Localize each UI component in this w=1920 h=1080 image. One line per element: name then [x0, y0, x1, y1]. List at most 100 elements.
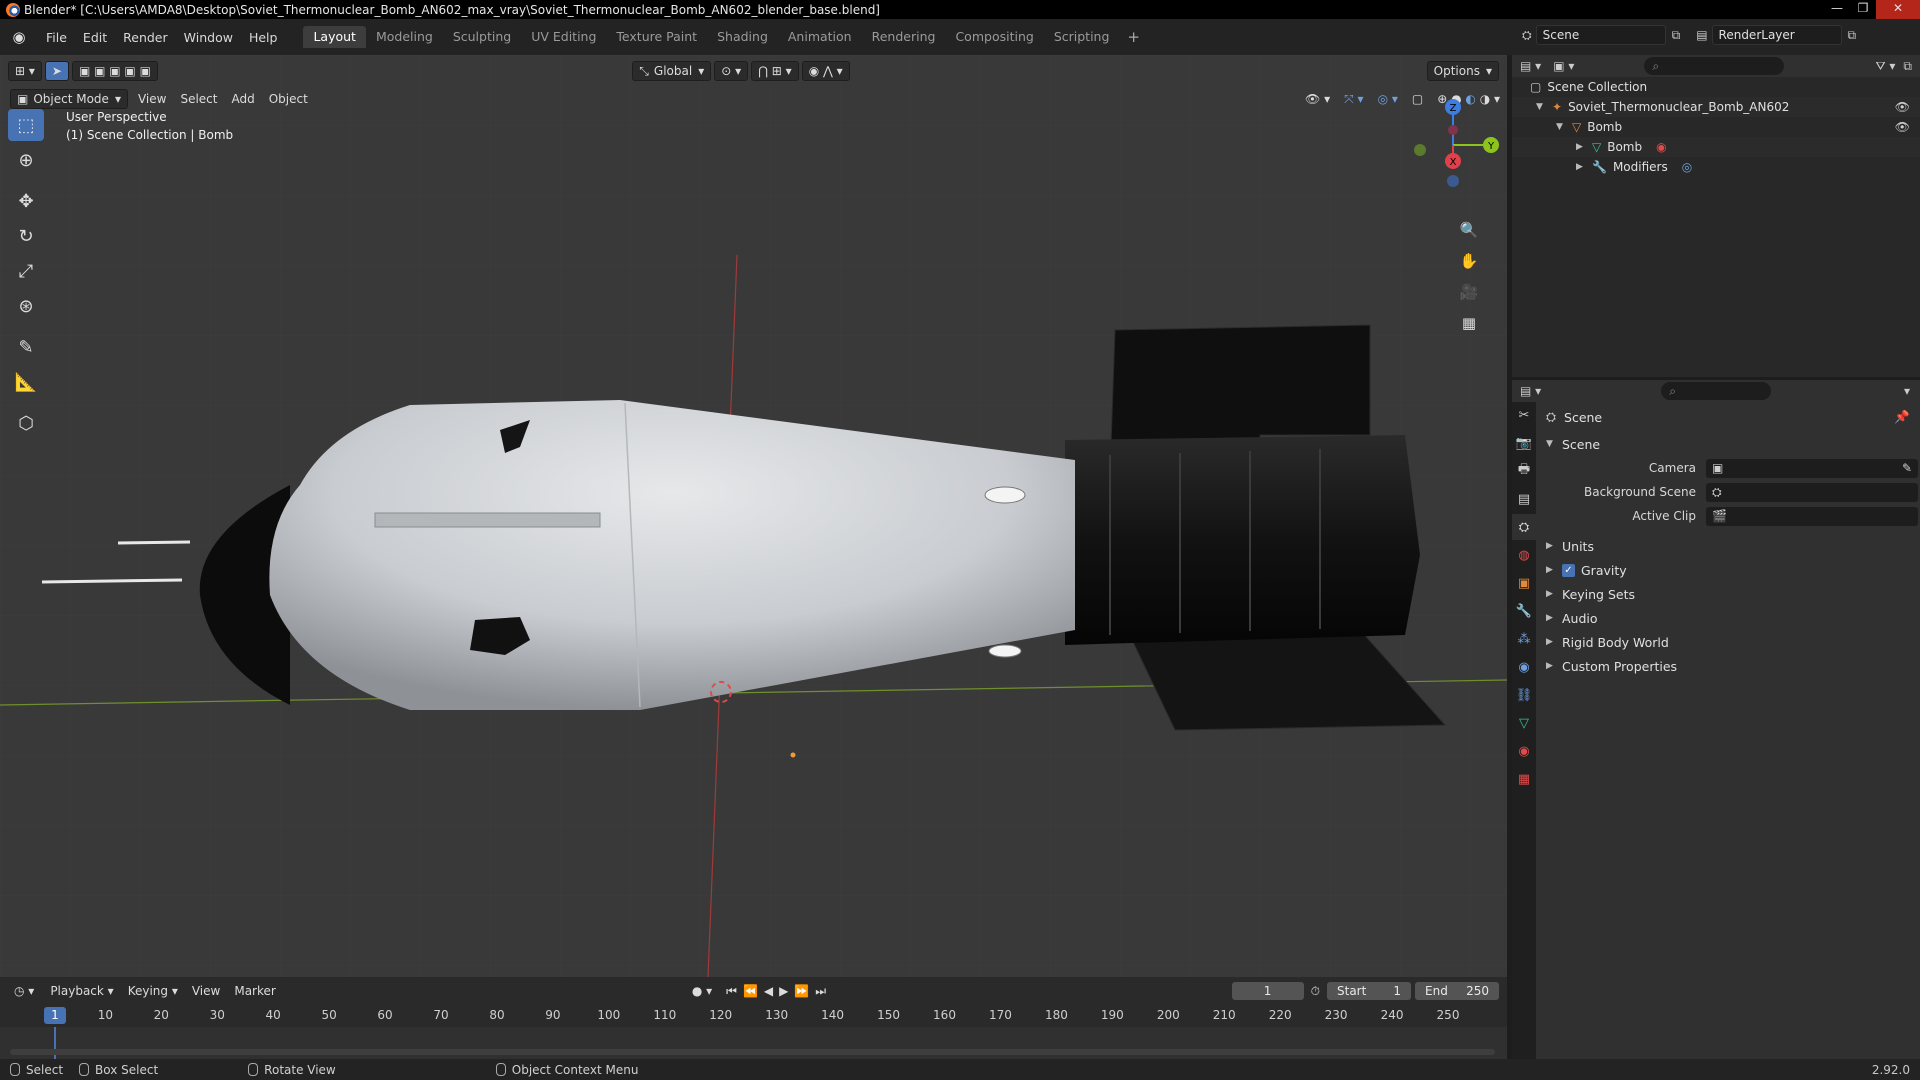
background-scene-field[interactable]: ⛭ [1706, 482, 1918, 502]
world-tab-icon[interactable]: ◍ [1512, 542, 1536, 568]
tool-tab-icon[interactable]: ✂ [1512, 402, 1536, 428]
zoom-icon[interactable]: 🔍 [1456, 217, 1482, 243]
panel-keying-sets[interactable]: ▶ Keying Sets [1536, 582, 1920, 606]
timeline-menu-playback[interactable]: Playback ▾ [43, 984, 120, 998]
pin-icon[interactable]: 📌 [1894, 409, 1910, 425]
panel-custom-properties[interactable]: ▶ Custom Properties [1536, 654, 1920, 678]
proportional-editing-button[interactable]: ◉ ⋀ ▾ [801, 61, 850, 81]
playback-controls[interactable]: ⏮⏪◀▶⏩⏭ [719, 984, 839, 999]
cursor-tool[interactable]: ⊕ [8, 144, 44, 176]
editor-type-button[interactable]: ⊞ ▾ [8, 61, 42, 81]
axis-gizmo[interactable]: Z Y X [1397, 85, 1507, 195]
render-tab-icon[interactable]: 📷 [1512, 430, 1536, 456]
ortho-grid-icon[interactable]: ▦ [1456, 310, 1482, 336]
menu-edit[interactable]: Edit [75, 30, 115, 45]
menu-help[interactable]: Help [241, 30, 286, 45]
active-clip-field[interactable]: 🎬 [1706, 506, 1918, 526]
tab-scripting[interactable]: Scripting [1044, 26, 1120, 48]
timeline-editor-type-button[interactable]: ◷ ▾ [8, 981, 41, 1001]
constraints-tab-icon[interactable]: ⛓ [1512, 682, 1536, 708]
chevron-down-icon[interactable]: ▾ [1904, 384, 1910, 398]
eyedropper-icon[interactable]: ✎ [1902, 461, 1912, 475]
visibility-icon[interactable]: 👁 ▾ [1298, 92, 1337, 106]
viewport-menu-object[interactable]: Object [262, 92, 315, 106]
new-collection-icon[interactable]: ⧉ [1903, 59, 1912, 74]
tab-texture-paint[interactable]: Texture Paint [606, 26, 707, 48]
timeline-track-area[interactable] [0, 1027, 1507, 1059]
timeline-menu-keying[interactable]: Keying ▾ [121, 984, 185, 998]
gizmo-toggle-icon[interactable]: ⤧ ▾ [1337, 92, 1370, 107]
expand-arrow-icon[interactable]: ▶ [1576, 142, 1584, 152]
tab-uv-editing[interactable]: UV Editing [521, 26, 606, 48]
add-workspace-button[interactable]: + [1119, 26, 1148, 48]
add-cube-tool[interactable]: ⬡ [8, 407, 44, 439]
expand-arrow-icon[interactable]: ▼ [1536, 102, 1544, 112]
outliner-editor-icon[interactable]: ▤ ▾ [1520, 59, 1541, 73]
display-mode-icon[interactable]: ▣ ▾ [1553, 59, 1574, 73]
select-box-tool[interactable]: ⬚ [8, 109, 44, 141]
timeline-scrollbar[interactable] [10, 1049, 1495, 1055]
current-frame-field[interactable]: 1 [1231, 982, 1304, 1000]
maximize-button[interactable]: ❐ [1850, 0, 1876, 19]
transform-orientation-dropdown[interactable]: ⤡ Global ▾ [632, 61, 712, 81]
3d-viewport[interactable]: ⊞ ▾ ➤ ▣ ▣ ▣ ▣ ▣ ⤡ Global ▾ ⊙ ▾ ⋂ ⊞ ▾ ◉ ⋀… [0, 55, 1507, 977]
scale-tool[interactable]: ⤢ [8, 255, 44, 287]
menu-render[interactable]: Render [115, 30, 176, 45]
eye-icon[interactable]: 👁 [1895, 100, 1910, 114]
tab-rendering[interactable]: Rendering [862, 26, 946, 48]
object-tab-icon[interactable]: ▣ [1512, 570, 1536, 596]
playhead[interactable]: 1 [44, 1007, 66, 1024]
camera-view-icon[interactable]: 🎥 [1456, 279, 1482, 305]
output-tab-icon[interactable]: 🖶 [1512, 458, 1536, 484]
gravity-checkbox[interactable]: ✓ [1562, 563, 1575, 577]
blender-menu-icon[interactable]: ◉ [10, 28, 28, 46]
properties-editor-icon[interactable]: ▤ ▾ [1520, 384, 1541, 398]
record-icon[interactable]: ● ▾ [685, 984, 719, 998]
outliner-search-input[interactable]: ⌕ [1644, 57, 1785, 75]
panel-audio[interactable]: ▶ Audio [1536, 606, 1920, 630]
selection-mode-buttons[interactable]: ▣ ▣ ▣ ▣ ▣ [71, 61, 158, 81]
annotate-tool[interactable]: ✎ [8, 331, 44, 363]
filter-icon[interactable]: ⛛ ▾ [1876, 59, 1896, 74]
texture-tab-icon[interactable]: ▦ [1512, 766, 1536, 792]
tab-animation[interactable]: Animation [778, 26, 862, 48]
expand-arrow-icon[interactable]: ▼ [1556, 122, 1564, 132]
measure-tool[interactable]: 📐 [8, 366, 44, 398]
tab-modeling[interactable]: Modeling [366, 26, 443, 48]
navigation-gizmo[interactable]: Z Y X 🔍 ✋ 🎥 ▦ [1397, 85, 1507, 345]
end-frame-field[interactable]: End 250 [1415, 982, 1499, 1000]
panel-gravity[interactable]: ▶ ✓ Gravity [1536, 558, 1920, 582]
panel-units[interactable]: ▶ Units [1536, 534, 1920, 558]
options-dropdown[interactable]: Options ▾ [1426, 61, 1499, 81]
panel-scene-header[interactable]: ▼ Scene [1536, 432, 1920, 456]
camera-field[interactable]: ▣ ✎ [1706, 458, 1918, 478]
stopwatch-icon[interactable]: ⏱ [1304, 984, 1327, 999]
timeline-menu-view[interactable]: View [185, 984, 227, 998]
tab-compositing[interactable]: Compositing [945, 26, 1043, 48]
outliner-row-modifiers[interactable]: ▶ 🔧 Modifiers ◎ [1512, 157, 1920, 177]
outliner-row-collection[interactable]: ▼ ✦ Soviet_Thermonuclear_Bomb_AN602 👁 [1512, 97, 1920, 117]
timeline-ruler[interactable]: 1 10 20 30 40 50 60 70 80 90 100 110 120 130 140 150 16… [0, 1005, 1507, 1027]
viewport-menu-add[interactable]: Add [224, 92, 261, 106]
tab-sculpting[interactable]: Sculpting [443, 26, 521, 48]
object-mode-dropdown[interactable]: ▣ Object Mode ▾ [10, 89, 128, 109]
timeline-menu-marker[interactable]: Marker [227, 984, 282, 998]
menu-file[interactable]: File [38, 30, 75, 45]
view-layer-tab-icon[interactable]: ▤ [1512, 486, 1536, 512]
scene-field[interactable]: Scene [1535, 25, 1666, 45]
outliner-row-object[interactable]: ▼ ▽ Bomb 👁 [1512, 117, 1920, 137]
menu-window[interactable]: Window [176, 30, 241, 45]
pan-hand-icon[interactable]: ✋ [1456, 248, 1482, 274]
outliner-row-mesh[interactable]: ▶ ▽ Bomb ◉ [1512, 137, 1920, 157]
minimize-button[interactable]: — [1824, 0, 1850, 19]
view-layer-field[interactable]: RenderLayer [1711, 25, 1842, 45]
panel-rigid-body-world[interactable]: ▶ Rigid Body World [1536, 630, 1920, 654]
material-tab-icon[interactable]: ◉ [1512, 738, 1536, 764]
select-tool-button[interactable]: ➤ [44, 61, 69, 81]
eye-icon[interactable]: 👁 [1895, 120, 1910, 134]
modifier-tab-icon[interactable]: 🔧 [1512, 598, 1536, 624]
viewport-scene[interactable] [0, 55, 1507, 977]
outliner-row-scene-collection[interactable]: ▢ Scene Collection [1512, 77, 1920, 97]
scene-tab-icon[interactable]: ⛭ [1512, 514, 1536, 540]
snap-button[interactable]: ⋂ ⊞ ▾ [751, 61, 799, 81]
